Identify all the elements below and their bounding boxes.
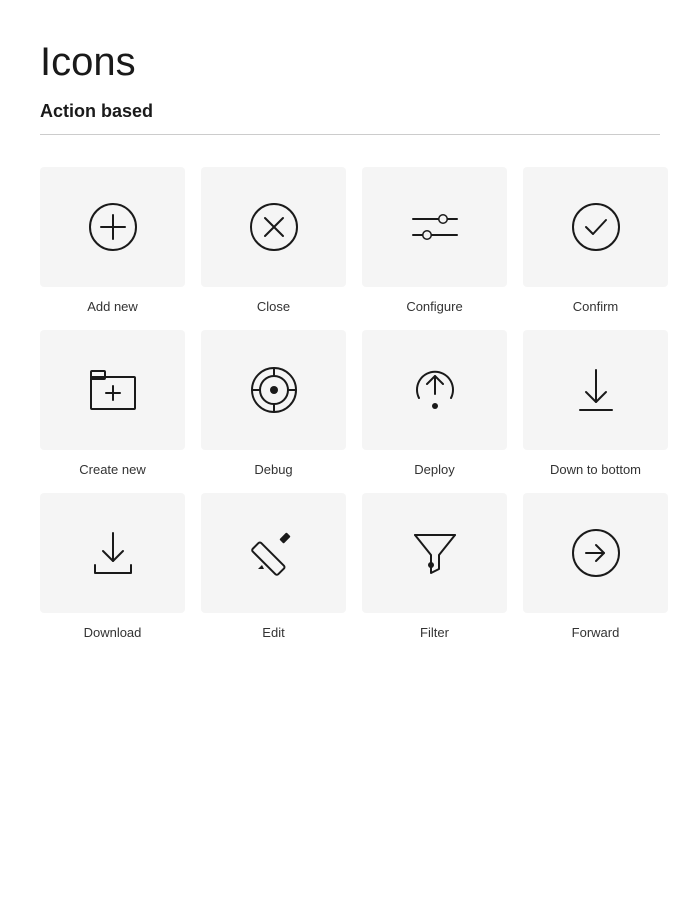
filter-icon-box: [362, 493, 507, 613]
filter-label: Filter: [420, 625, 449, 640]
close-label: Close: [257, 299, 290, 314]
forward-icon-box: [523, 493, 668, 613]
icon-item-close: Close: [201, 167, 346, 314]
icon-item-add-new: Add new: [40, 167, 185, 314]
configure-label: Configure: [406, 299, 462, 314]
page-title: Icons: [40, 40, 660, 85]
icon-grid: Add new Close: [40, 167, 660, 640]
confirm-label: Confirm: [573, 299, 619, 314]
down-to-bottom-label: Down to bottom: [550, 462, 641, 477]
add-new-icon: [87, 201, 139, 253]
debug-icon-box: [201, 330, 346, 450]
create-new-icon: [87, 367, 139, 413]
icon-item-confirm: Confirm: [523, 167, 668, 314]
close-icon-box: [201, 167, 346, 287]
forward-icon: [570, 527, 622, 579]
icon-item-filter: Filter: [362, 493, 507, 640]
edit-icon: [250, 529, 298, 577]
filter-icon: [411, 527, 459, 579]
icon-item-debug: Debug: [201, 330, 346, 477]
icon-item-deploy: Deploy: [362, 330, 507, 477]
download-label: Download: [84, 625, 142, 640]
edit-label: Edit: [262, 625, 284, 640]
add-new-label: Add new: [87, 299, 138, 314]
close-icon: [248, 201, 300, 253]
icon-item-down-to-bottom: Down to bottom: [523, 330, 668, 477]
add-new-icon-box: [40, 167, 185, 287]
down-to-bottom-icon-box: [523, 330, 668, 450]
section-title: Action based: [40, 101, 660, 122]
icon-item-forward: Forward: [523, 493, 668, 640]
download-icon-box: [40, 493, 185, 613]
confirm-icon: [570, 201, 622, 253]
configure-icon-box: [362, 167, 507, 287]
deploy-label: Deploy: [414, 462, 454, 477]
icon-item-edit: Edit: [201, 493, 346, 640]
section-divider: [40, 134, 660, 135]
configure-icon: [409, 209, 461, 245]
confirm-icon-box: [523, 167, 668, 287]
create-new-icon-box: [40, 330, 185, 450]
debug-label: Debug: [254, 462, 292, 477]
download-icon: [89, 529, 137, 577]
debug-icon: [248, 364, 300, 416]
deploy-icon: [409, 364, 461, 416]
edit-icon-box: [201, 493, 346, 613]
icon-item-create-new: Create new: [40, 330, 185, 477]
icon-item-download: Download: [40, 493, 185, 640]
deploy-icon-box: [362, 330, 507, 450]
icon-item-configure: Configure: [362, 167, 507, 314]
create-new-label: Create new: [79, 462, 145, 477]
forward-label: Forward: [572, 625, 620, 640]
down-to-bottom-icon: [574, 366, 618, 414]
